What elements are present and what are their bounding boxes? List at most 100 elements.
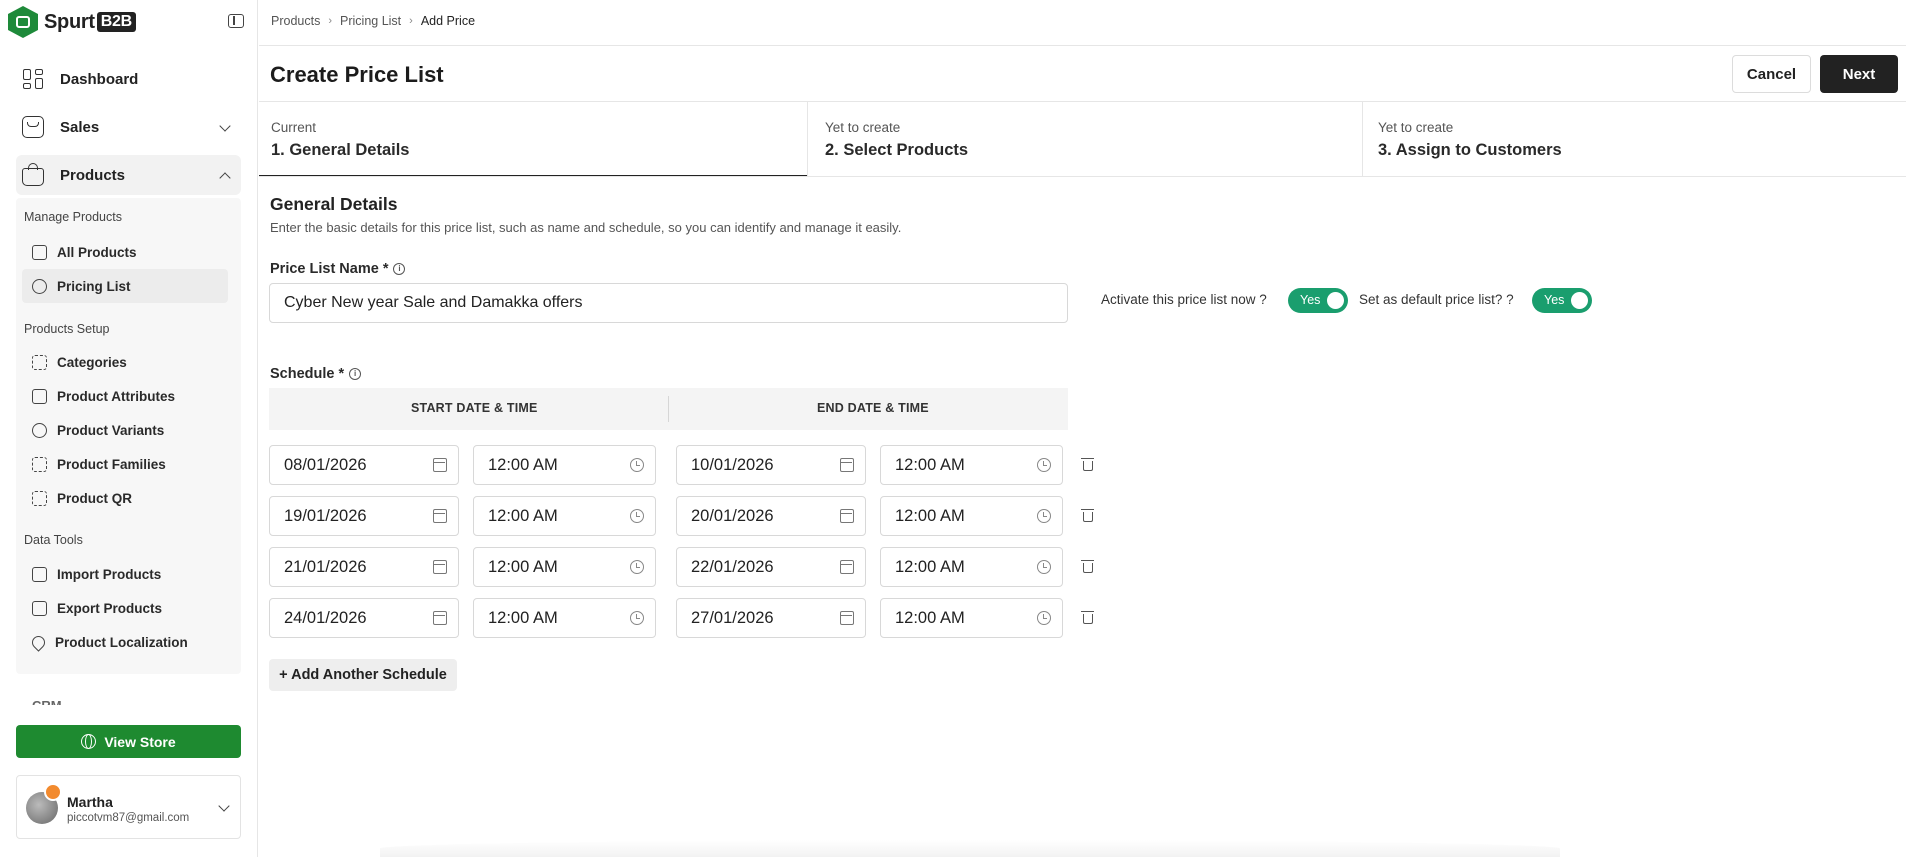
calendar-icon[interactable]: [433, 560, 447, 574]
step-select-products[interactable]: Yet to create 2. Select Products: [813, 102, 1361, 177]
schedule-header: START DATE & TIME END DATE & TIME: [269, 388, 1068, 430]
start-time-input[interactable]: 12:00 AM: [473, 445, 656, 485]
sidebar-item-product-qr[interactable]: Product QR: [22, 481, 228, 515]
start-date-input[interactable]: 24/01/2026: [269, 598, 459, 638]
sidebar-item-label: All Products: [57, 244, 137, 260]
calendar-icon[interactable]: [840, 560, 854, 574]
step-status: Yet to create: [1378, 120, 1454, 135]
section-manage-products: Manage Products: [24, 210, 122, 224]
start-date-input[interactable]: 08/01/2026: [269, 445, 459, 485]
calendar-icon[interactable]: [433, 509, 447, 523]
end-date-input[interactable]: 27/01/2026: [676, 598, 866, 638]
sidebar-item-categories[interactable]: Categories: [22, 345, 228, 379]
sidebar-item-import-products[interactable]: Import Products: [22, 557, 228, 591]
shopping-bag-icon: [22, 163, 44, 186]
clock-icon[interactable]: [630, 611, 644, 625]
trash-icon[interactable]: [1081, 509, 1094, 522]
toggle-knob: [1327, 292, 1344, 309]
default-toggle[interactable]: Yes: [1532, 288, 1592, 313]
brand-logo[interactable]: Spurt B2B: [8, 6, 136, 38]
start-time-input[interactable]: 12:00 AM: [473, 547, 656, 587]
price-list-name-input[interactable]: [269, 283, 1068, 323]
nav-products[interactable]: Products: [16, 155, 241, 195]
breadcrumb-products[interactable]: Products: [271, 14, 320, 28]
clock-icon[interactable]: [630, 458, 644, 472]
sidebar-item-export-products[interactable]: Export Products: [22, 591, 228, 625]
calendar-icon[interactable]: [433, 611, 447, 625]
nav-sales[interactable]: Sales: [16, 107, 241, 147]
clock-icon[interactable]: [1037, 611, 1051, 625]
activate-toggle-text: Yes: [1300, 293, 1321, 307]
cancel-button[interactable]: Cancel: [1732, 55, 1811, 93]
sidebar-item-pricing-list[interactable]: Pricing List: [22, 269, 228, 303]
sidebar-item-product-variants[interactable]: Product Variants: [22, 413, 228, 447]
end-time-input[interactable]: 12:00 AM: [880, 598, 1063, 638]
attributes-icon: [32, 388, 47, 404]
add-schedule-button[interactable]: + Add Another Schedule: [269, 659, 457, 691]
activate-toggle[interactable]: Yes: [1288, 288, 1348, 313]
nav-sales-label: Sales: [60, 118, 100, 136]
step-assign-customers[interactable]: Yet to create 3. Assign to Customers: [1366, 102, 1906, 177]
sidebar-item-label: Categories: [57, 354, 127, 370]
money-bag-icon: [32, 278, 47, 294]
end-date-input[interactable]: 10/01/2026: [676, 445, 866, 485]
sidebar-item-crm-cropped[interactable]: CRM: [32, 697, 62, 705]
clock-icon[interactable]: [1037, 560, 1051, 574]
calendar-icon[interactable]: [840, 611, 854, 625]
calendar-icon[interactable]: [840, 509, 854, 523]
trash-icon[interactable]: [1081, 560, 1094, 573]
info-icon[interactable]: i: [349, 368, 362, 380]
clock-icon[interactable]: [1037, 458, 1051, 472]
info-icon[interactable]: i: [393, 263, 406, 275]
end-time-input[interactable]: 12:00 AM: [880, 496, 1063, 536]
section-data-tools: Data Tools: [24, 533, 83, 547]
price-list-name-label: Price List Name * i: [270, 261, 406, 277]
sidebar-collapse-icon[interactable]: [228, 14, 244, 28]
clock-icon[interactable]: [630, 560, 644, 574]
sidebar-item-all-products[interactable]: All Products: [22, 235, 228, 269]
scan-icon: [32, 456, 47, 472]
sidebar-item-product-families[interactable]: Product Families: [22, 447, 228, 481]
sidebar: Spurt B2B Dashboard Sales Products Manag…: [0, 0, 258, 857]
end-header: END DATE & TIME: [817, 401, 929, 415]
view-store-button[interactable]: View Store: [16, 725, 241, 758]
end-date-input[interactable]: 20/01/2026: [676, 496, 866, 536]
nav-dashboard-label: Dashboard: [60, 70, 139, 88]
step-general-details[interactable]: Current 1. General Details: [259, 102, 807, 177]
start-time-input[interactable]: 12:00 AM: [473, 496, 656, 536]
trash-icon[interactable]: [1081, 458, 1094, 471]
nav-dashboard[interactable]: Dashboard: [16, 59, 241, 99]
section-description: Enter the basic details for this price l…: [270, 220, 902, 235]
breadcrumb: Products › Pricing List › Add Price: [271, 14, 475, 28]
export-file-icon: [32, 600, 47, 616]
sidebar-item-label: Pricing List: [57, 278, 131, 294]
page-title: Create Price List: [270, 62, 444, 87]
qr-code-icon: [32, 490, 47, 506]
next-button[interactable]: Next: [1820, 55, 1898, 93]
calendar-icon[interactable]: [433, 458, 447, 472]
end-date-input[interactable]: 22/01/2026: [676, 547, 866, 587]
sidebar-item-label: Export Products: [57, 600, 163, 616]
start-time-input[interactable]: 12:00 AM: [473, 598, 656, 638]
breadcrumb-pricing-list[interactable]: Pricing List: [340, 14, 401, 28]
sidebar-item-label: Product Variants: [57, 422, 165, 438]
brand-hex-icon: [8, 6, 38, 38]
clock-icon[interactable]: [1037, 509, 1051, 523]
start-header: START DATE & TIME: [411, 401, 538, 415]
clock-icon[interactable]: [630, 509, 644, 523]
start-date-input[interactable]: 21/01/2026: [269, 547, 459, 587]
calendar-icon[interactable]: [840, 458, 854, 472]
step-title: 1. General Details: [271, 141, 410, 159]
user-email: piccotvm87@gmail.com: [67, 812, 190, 824]
nav-products-label: Products: [60, 166, 126, 184]
end-time-input[interactable]: 12:00 AM: [880, 445, 1063, 485]
end-time-input[interactable]: 12:00 AM: [880, 547, 1063, 587]
breadcrumb-add-price: Add Price: [420, 14, 476, 28]
sidebar-item-product-attributes[interactable]: Product Attributes: [22, 379, 228, 413]
user-menu[interactable]: Martha piccotvm87@gmail.com: [16, 775, 241, 839]
start-date-input[interactable]: 19/01/2026: [269, 496, 459, 536]
sidebar-item-product-localization[interactable]: Product Localization: [22, 625, 228, 659]
trash-icon[interactable]: [1081, 611, 1094, 624]
location-pin-icon: [29, 632, 48, 652]
avatar-badge-icon: [44, 783, 62, 801]
